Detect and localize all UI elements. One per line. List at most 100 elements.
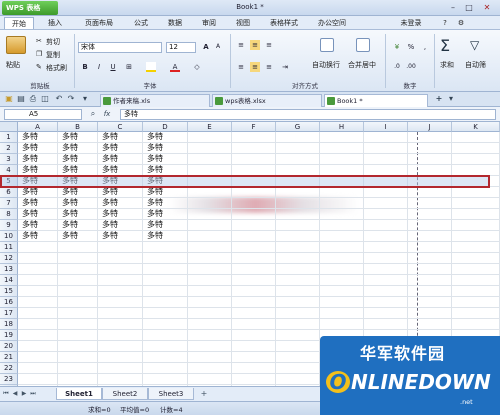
table-cell[interactable]: 多特 (143, 231, 188, 241)
sheet-tab-1[interactable]: Sheet1 (56, 388, 102, 400)
column-header[interactable]: K (452, 122, 500, 132)
align-top-icon[interactable]: ≡ (236, 40, 246, 50)
table-cell[interactable]: 多特 (58, 187, 98, 197)
row-header[interactable]: 19 (0, 330, 18, 341)
font-color-icon[interactable]: A (170, 62, 180, 72)
table-cell[interactable]: 多特 (98, 187, 143, 197)
table-cell[interactable]: 多特 (58, 165, 98, 175)
align-center-icon[interactable]: ≡ (250, 62, 260, 72)
prev-sheet-icon[interactable]: ◀ (11, 389, 19, 399)
align-left-icon[interactable]: ≡ (236, 62, 246, 72)
table-cell[interactable]: 多特 (18, 220, 58, 230)
maximize-icon[interactable]: □ (462, 2, 476, 13)
table-cell[interactable]: 多特 (98, 132, 143, 142)
minimize-icon[interactable]: – (446, 2, 460, 13)
table-cell[interactable]: 多特 (98, 165, 143, 175)
preview-icon[interactable]: ◫ (40, 94, 50, 104)
row-header[interactable]: 22 (0, 363, 18, 374)
table-cell[interactable]: 多特 (58, 143, 98, 153)
row-header[interactable]: 14 (0, 275, 18, 286)
open-folder-icon[interactable]: ▣ (4, 94, 14, 104)
sum-button[interactable]: 求和 (440, 60, 454, 70)
table-cell[interactable]: 多特 (98, 143, 143, 153)
close-icon[interactable]: ✕ (480, 2, 494, 13)
column-header[interactable]: A (18, 122, 58, 132)
row-header[interactable]: 18 (0, 319, 18, 330)
row-header[interactable]: 10 (0, 231, 18, 242)
sheet-tab-3[interactable]: Sheet3 (148, 388, 194, 400)
paste-icon[interactable] (6, 36, 26, 54)
decrease-decimal-icon[interactable]: .00 (406, 62, 416, 72)
add-sheet-icon[interactable]: + (200, 389, 208, 399)
table-cell[interactable]: 多特 (58, 209, 98, 219)
undo-icon[interactable]: ↶ (54, 94, 64, 104)
row-header[interactable]: 11 (0, 242, 18, 253)
table-cell[interactable]: 多特 (18, 231, 58, 241)
table-cell[interactable]: 多特 (143, 187, 188, 197)
last-sheet-icon[interactable]: ⏭ (29, 389, 37, 399)
scissors-icon[interactable]: ✂ (36, 37, 42, 45)
table-cell[interactable]: 多特 (98, 209, 143, 219)
table-cell[interactable]: 多特 (18, 187, 58, 197)
merge-center-button[interactable]: 合并居中 (348, 60, 376, 70)
next-sheet-icon[interactable]: ▶ (20, 389, 28, 399)
bold-button[interactable]: B (80, 62, 90, 72)
column-header[interactable]: J (408, 122, 452, 132)
redo-icon[interactable]: ↷ (66, 94, 76, 104)
currency-icon[interactable]: ¥ (392, 42, 402, 52)
table-cell[interactable]: 多特 (18, 132, 58, 142)
cut-button[interactable]: 剪切 (46, 37, 60, 47)
row-header[interactable]: 12 (0, 253, 18, 264)
settings-icon[interactable]: ⚙ (456, 17, 466, 29)
column-header[interactable]: H (320, 122, 364, 132)
tab-menu-icon[interactable]: ▾ (446, 94, 456, 104)
table-cell[interactable]: 多特 (58, 220, 98, 230)
column-header[interactable]: G (276, 122, 320, 132)
table-cell[interactable]: 多特 (18, 209, 58, 219)
menu-table-style[interactable]: 表格样式 (264, 17, 304, 29)
row-header[interactable]: 23 (0, 374, 18, 385)
table-cell[interactable]: 多特 (58, 231, 98, 241)
doc-tab-3[interactable]: Book1 * (324, 94, 428, 107)
menu-review[interactable]: 审阅 (196, 17, 222, 29)
row-header[interactable]: 7 (0, 198, 18, 209)
table-cell[interactable]: 多特 (58, 132, 98, 142)
indent-icon[interactable]: ⇥ (280, 62, 290, 72)
row-header[interactable]: 1 (0, 132, 18, 143)
column-header[interactable]: C (98, 122, 143, 132)
shrink-font-button[interactable]: A (213, 42, 223, 52)
table-cell[interactable]: 多特 (98, 220, 143, 230)
first-sheet-icon[interactable]: ⏮ (2, 389, 10, 399)
menu-formula[interactable]: 公式 (128, 17, 154, 29)
copy-button[interactable]: 复制 (46, 50, 60, 60)
new-tab-icon[interactable]: + (434, 94, 444, 104)
table-cell[interactable]: 多特 (143, 143, 188, 153)
row-header[interactable]: 9 (0, 220, 18, 231)
help-icon[interactable]: ? (440, 17, 450, 29)
border-icon[interactable]: ⊞ (124, 62, 134, 72)
paste-button[interactable]: 粘贴 (6, 60, 20, 70)
font-name-select[interactable]: 宋体 (78, 42, 162, 53)
grow-font-button[interactable]: A (201, 42, 211, 52)
row-header[interactable]: 17 (0, 308, 18, 319)
align-middle-icon[interactable]: ≡ (250, 40, 260, 50)
table-cell[interactable]: 多特 (143, 132, 188, 142)
fx-button[interactable]: fx (102, 109, 112, 119)
table-cell[interactable]: 多特 (18, 143, 58, 153)
doc-tab-1[interactable]: 作者来稿.xls (100, 94, 210, 107)
table-cell[interactable]: 多特 (98, 231, 143, 241)
doc-tab-2[interactable]: wps表格.xlsx (212, 94, 322, 107)
align-bottom-icon[interactable]: ≡ (264, 40, 274, 50)
menu-view[interactable]: 视图 (230, 17, 256, 29)
row-header[interactable]: 15 (0, 286, 18, 297)
wrap-text-icon[interactable] (320, 38, 334, 52)
table-cell[interactable]: 多特 (18, 154, 58, 164)
login-link[interactable]: 未登录 (396, 17, 426, 29)
format-painter-button[interactable]: 格式刷 (46, 63, 67, 73)
formula-input[interactable]: 多特 (120, 109, 496, 120)
align-right-icon[interactable]: ≡ (264, 62, 274, 72)
zoom-icon[interactable]: ⌕ (88, 109, 98, 119)
table-cell[interactable]: 多特 (143, 165, 188, 175)
menu-insert[interactable]: 插入 (42, 17, 68, 29)
row-header[interactable]: 13 (0, 264, 18, 275)
